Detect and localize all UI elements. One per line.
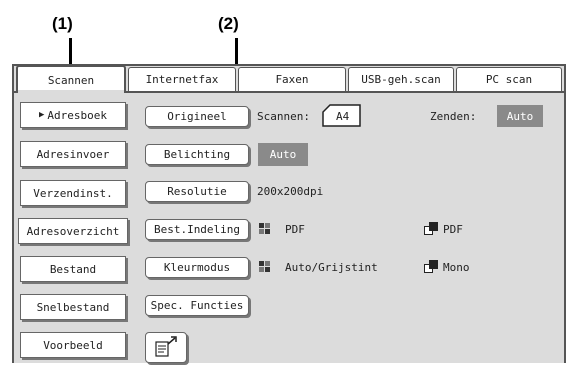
mono-square-icon [424, 222, 438, 235]
belichting-button[interactable]: Belichting [145, 144, 249, 165]
tab-scannen[interactable]: Scannen [16, 65, 126, 93]
resolutie-value: 200x200dpi [257, 185, 324, 198]
sidebar-item-verzendinst[interactable]: Verzendinst. [20, 180, 126, 206]
play-arrow-icon: ▶ [38, 110, 45, 120]
tab-pc-scan[interactable]: PC scan [456, 67, 562, 91]
sidebar-item-voorbeeld[interactable]: Voorbeeld [20, 332, 126, 358]
color-grid-icon [259, 223, 271, 235]
resolutie-button[interactable]: Resolutie [145, 181, 249, 202]
tab-usb-scan[interactable]: USB-geh.scan [348, 67, 454, 91]
origineel-button[interactable]: Origineel [145, 106, 249, 127]
send-size-label: Zenden: [430, 110, 477, 123]
active-tab-gap [18, 90, 124, 94]
scan-size-label: Scannen: [257, 110, 310, 123]
bestindeling-mono-value: PDF [443, 223, 463, 236]
sidebar-item-bestand[interactable]: Bestand [20, 256, 126, 282]
spec-functies-button[interactable]: Spec. Functies [145, 295, 249, 316]
kleurmodus-color-value: Auto/Grijstint [285, 261, 378, 274]
sidebar-item-adresoverzicht[interactable]: Adresoverzicht [18, 218, 128, 244]
sidebar-item-adresboek[interactable]: ▶ Adresboek [20, 102, 126, 128]
kleurmodus-button[interactable]: Kleurmodus [145, 257, 249, 278]
mono-square-icon [424, 260, 438, 273]
callout-1: (1) [52, 14, 73, 33]
callout-2: (2) [218, 14, 239, 33]
preview-rotate-icon [155, 336, 177, 357]
sidebar-item-adresinvoer[interactable]: Adresinvoer [20, 141, 126, 167]
bestindeling-color-value: PDF [285, 223, 305, 236]
color-grid-icon [259, 261, 271, 273]
bestindeling-button[interactable]: Best.Indeling [145, 219, 249, 240]
belichting-value: Auto [258, 143, 308, 166]
kleurmodus-mono-value: Mono [443, 261, 470, 274]
send-size-value: Auto [497, 105, 543, 127]
tab-faxen[interactable]: Faxen [238, 67, 346, 91]
scan-size-value: A4 [336, 110, 350, 123]
preview-rotate-button[interactable] [145, 332, 187, 363]
tab-internetfax[interactable]: Internetfax [128, 67, 236, 91]
sidebar-item-snelbestand[interactable]: Snelbestand [20, 294, 126, 320]
